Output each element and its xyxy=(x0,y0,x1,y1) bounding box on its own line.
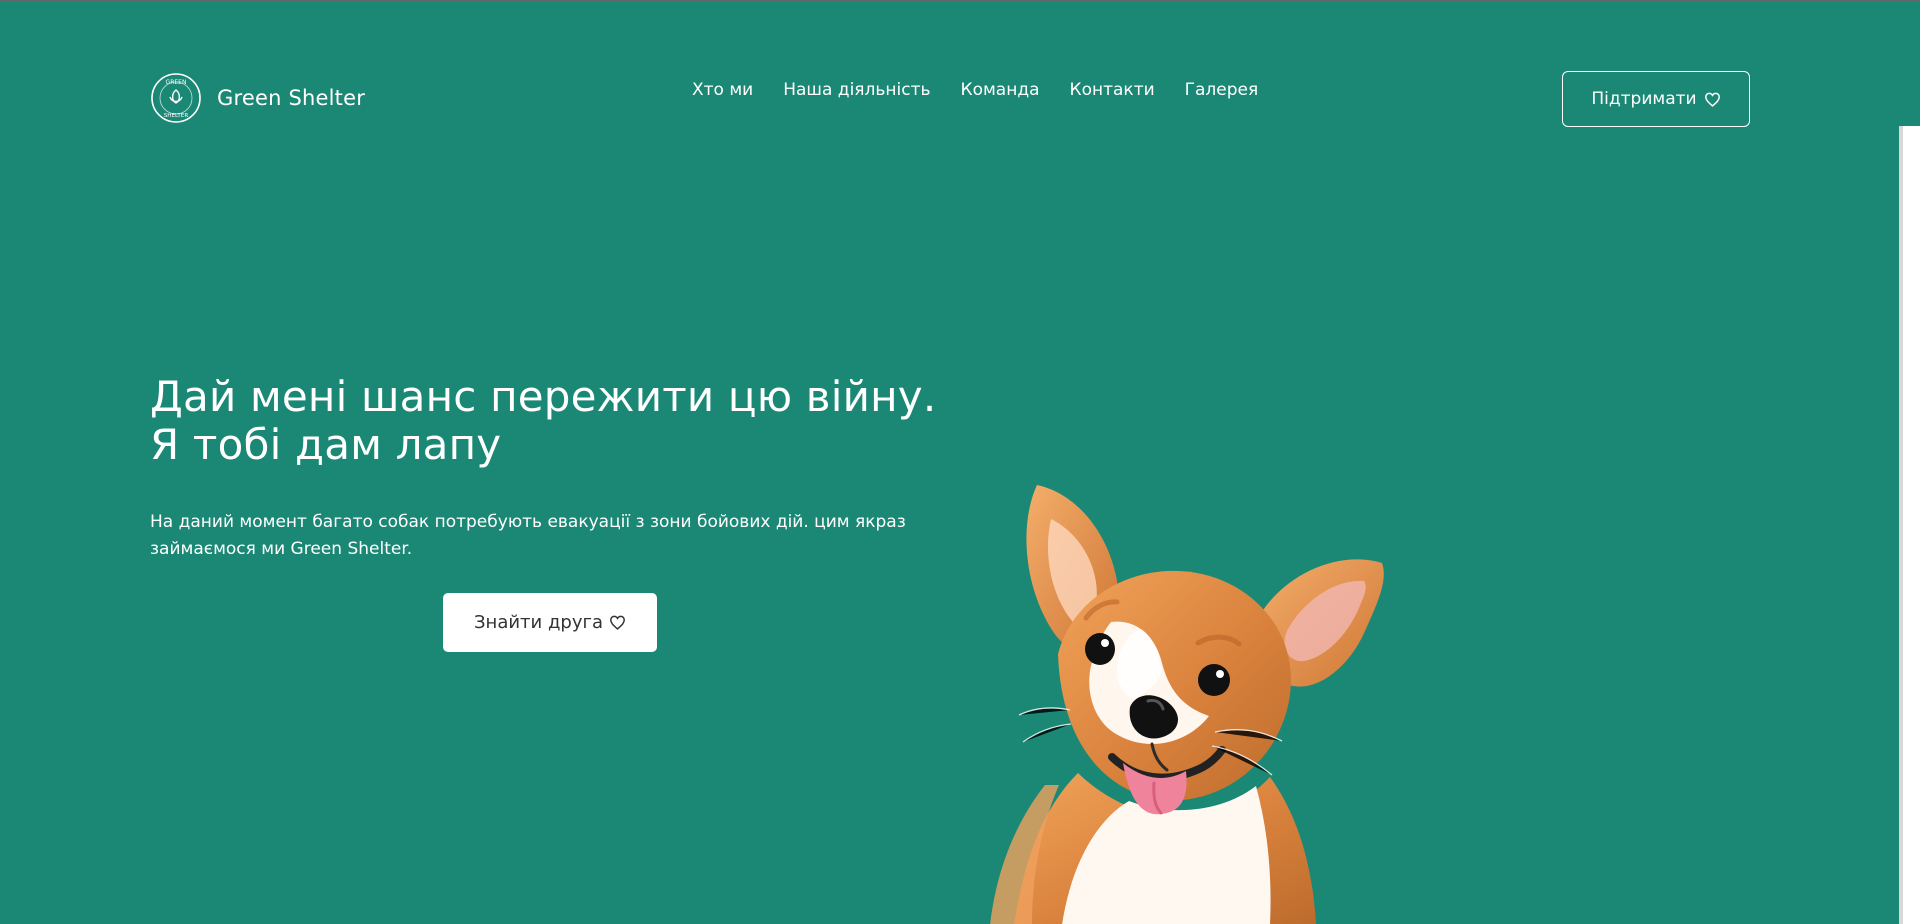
hero-title: Дай мені шанс пережити цю війну. Я тобі … xyxy=(150,373,1000,469)
nav-item-contacts[interactable]: Контакти xyxy=(1070,80,1155,100)
nav-item-gallery[interactable]: Галерея xyxy=(1185,80,1259,100)
corgi-dog-image xyxy=(990,479,1400,924)
nav-item-about[interactable]: Хто ми xyxy=(692,80,753,100)
green-shelter-logo-icon: GREEN SHELTER xyxy=(151,73,201,123)
nav-item-team[interactable]: Команда xyxy=(961,80,1040,100)
brand-logo[interactable]: GREEN SHELTER Green Shelter xyxy=(150,72,365,124)
hero-title-line-2: Я тобі дам лапу xyxy=(150,420,502,469)
find-friend-button-label: Знайти друга xyxy=(474,612,603,633)
brand-name: Green Shelter xyxy=(217,85,366,110)
find-friend-button[interactable]: Знайти друга xyxy=(443,593,657,652)
support-button-label: Підтримати xyxy=(1591,89,1697,109)
main-navigation: Хто ми Наша діяльність Команда Контакти … xyxy=(692,80,1258,100)
support-button[interactable]: Підтримати xyxy=(1562,71,1750,127)
nav-item-activity[interactable]: Наша діяльність xyxy=(783,80,930,100)
hero-title-line-1: Дай мені шанс пережити цю війну. xyxy=(150,372,937,421)
corgi-dog-photo xyxy=(990,485,1384,924)
landing-page: GREEN SHELTER Green Shelter Хто ми Наша … xyxy=(0,0,1920,924)
site-header: GREEN SHELTER Green Shelter Хто ми Наша … xyxy=(0,1,1920,131)
heart-icon xyxy=(1704,92,1720,107)
heart-icon xyxy=(609,615,625,630)
hero-description: На даний момент багато собак потребують … xyxy=(150,512,906,559)
logo-ring-bottom-text: SHELTER xyxy=(164,113,189,119)
page-right-edge xyxy=(1899,126,1920,924)
logo-ring-top-text: GREEN xyxy=(166,79,187,86)
